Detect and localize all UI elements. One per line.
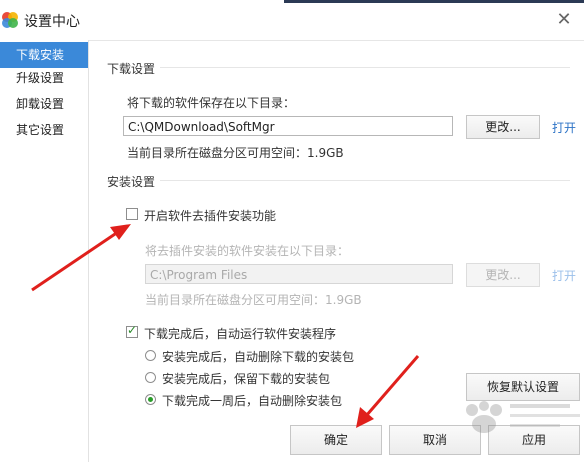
app-logo-icon [2,12,18,28]
radio-delete-after-install[interactable] [145,350,156,361]
sidebar: 下载安装 升级设置 卸载设置 其它设置 [0,40,89,462]
close-icon[interactable]: ✕ [554,10,574,30]
title-bar: 设置中心 ✕ [0,0,584,41]
radio-delete-after-install-label: 安装完成后，自动删除下载的安装包 [162,350,355,364]
title-bar-strip [284,0,584,3]
download-dir-label: 将下载的软件保存在以下目录： [127,96,296,110]
sidebar-item-uninstall[interactable]: 卸载设置 [0,91,88,117]
download-section-divider [160,67,570,68]
sidebar-item-upgrade[interactable]: 升级设置 [0,65,88,91]
plugin-free-label: 开启软件去插件安装功能 [144,209,277,223]
radio-keep-package[interactable] [145,372,156,383]
radio-delete-after-week-label: 下载完成一周后，自动删除安装包 [162,394,343,408]
auto-install-checkbox[interactable] [126,323,138,338]
plugin-change-button[interactable]: 更改... [466,263,540,287]
install-section-title: 安装设置 [107,175,156,189]
plugin-open-link[interactable]: 打开 [552,267,576,284]
plugin-path-input[interactable]: C:\Program Files [145,264,453,284]
radio-keep-package-label: 安装完成后，保留下载的安装包 [162,372,331,386]
sidebar-item-other[interactable]: 其它设置 [0,117,88,143]
annotation-arrow-icon [356,355,420,428]
download-path-input[interactable]: C:\QMDownload\SoftMgr [123,116,453,136]
watermark-logo-icon [466,401,580,433]
ok-button[interactable]: 确定 [290,425,382,455]
download-open-link[interactable]: 打开 [552,119,576,136]
download-change-button[interactable]: 更改... [466,115,540,139]
plugin-free-checkbox[interactable] [126,208,138,220]
plugin-space-text: 当前目录所在磁盘分区可用空间：1.9GB [145,293,362,307]
download-space-text: 当前目录所在磁盘分区可用空间：1.9GB [127,146,344,160]
auto-install-label: 下载完成后，自动运行软件安装程序 [144,327,337,341]
install-section-divider [160,180,570,181]
plugin-dir-label: 将去插件安装的软件安装在以下目录： [145,244,350,258]
window-title: 设置中心 [24,14,80,30]
download-section-title: 下载设置 [107,62,156,76]
radio-delete-after-week[interactable] [145,394,156,405]
